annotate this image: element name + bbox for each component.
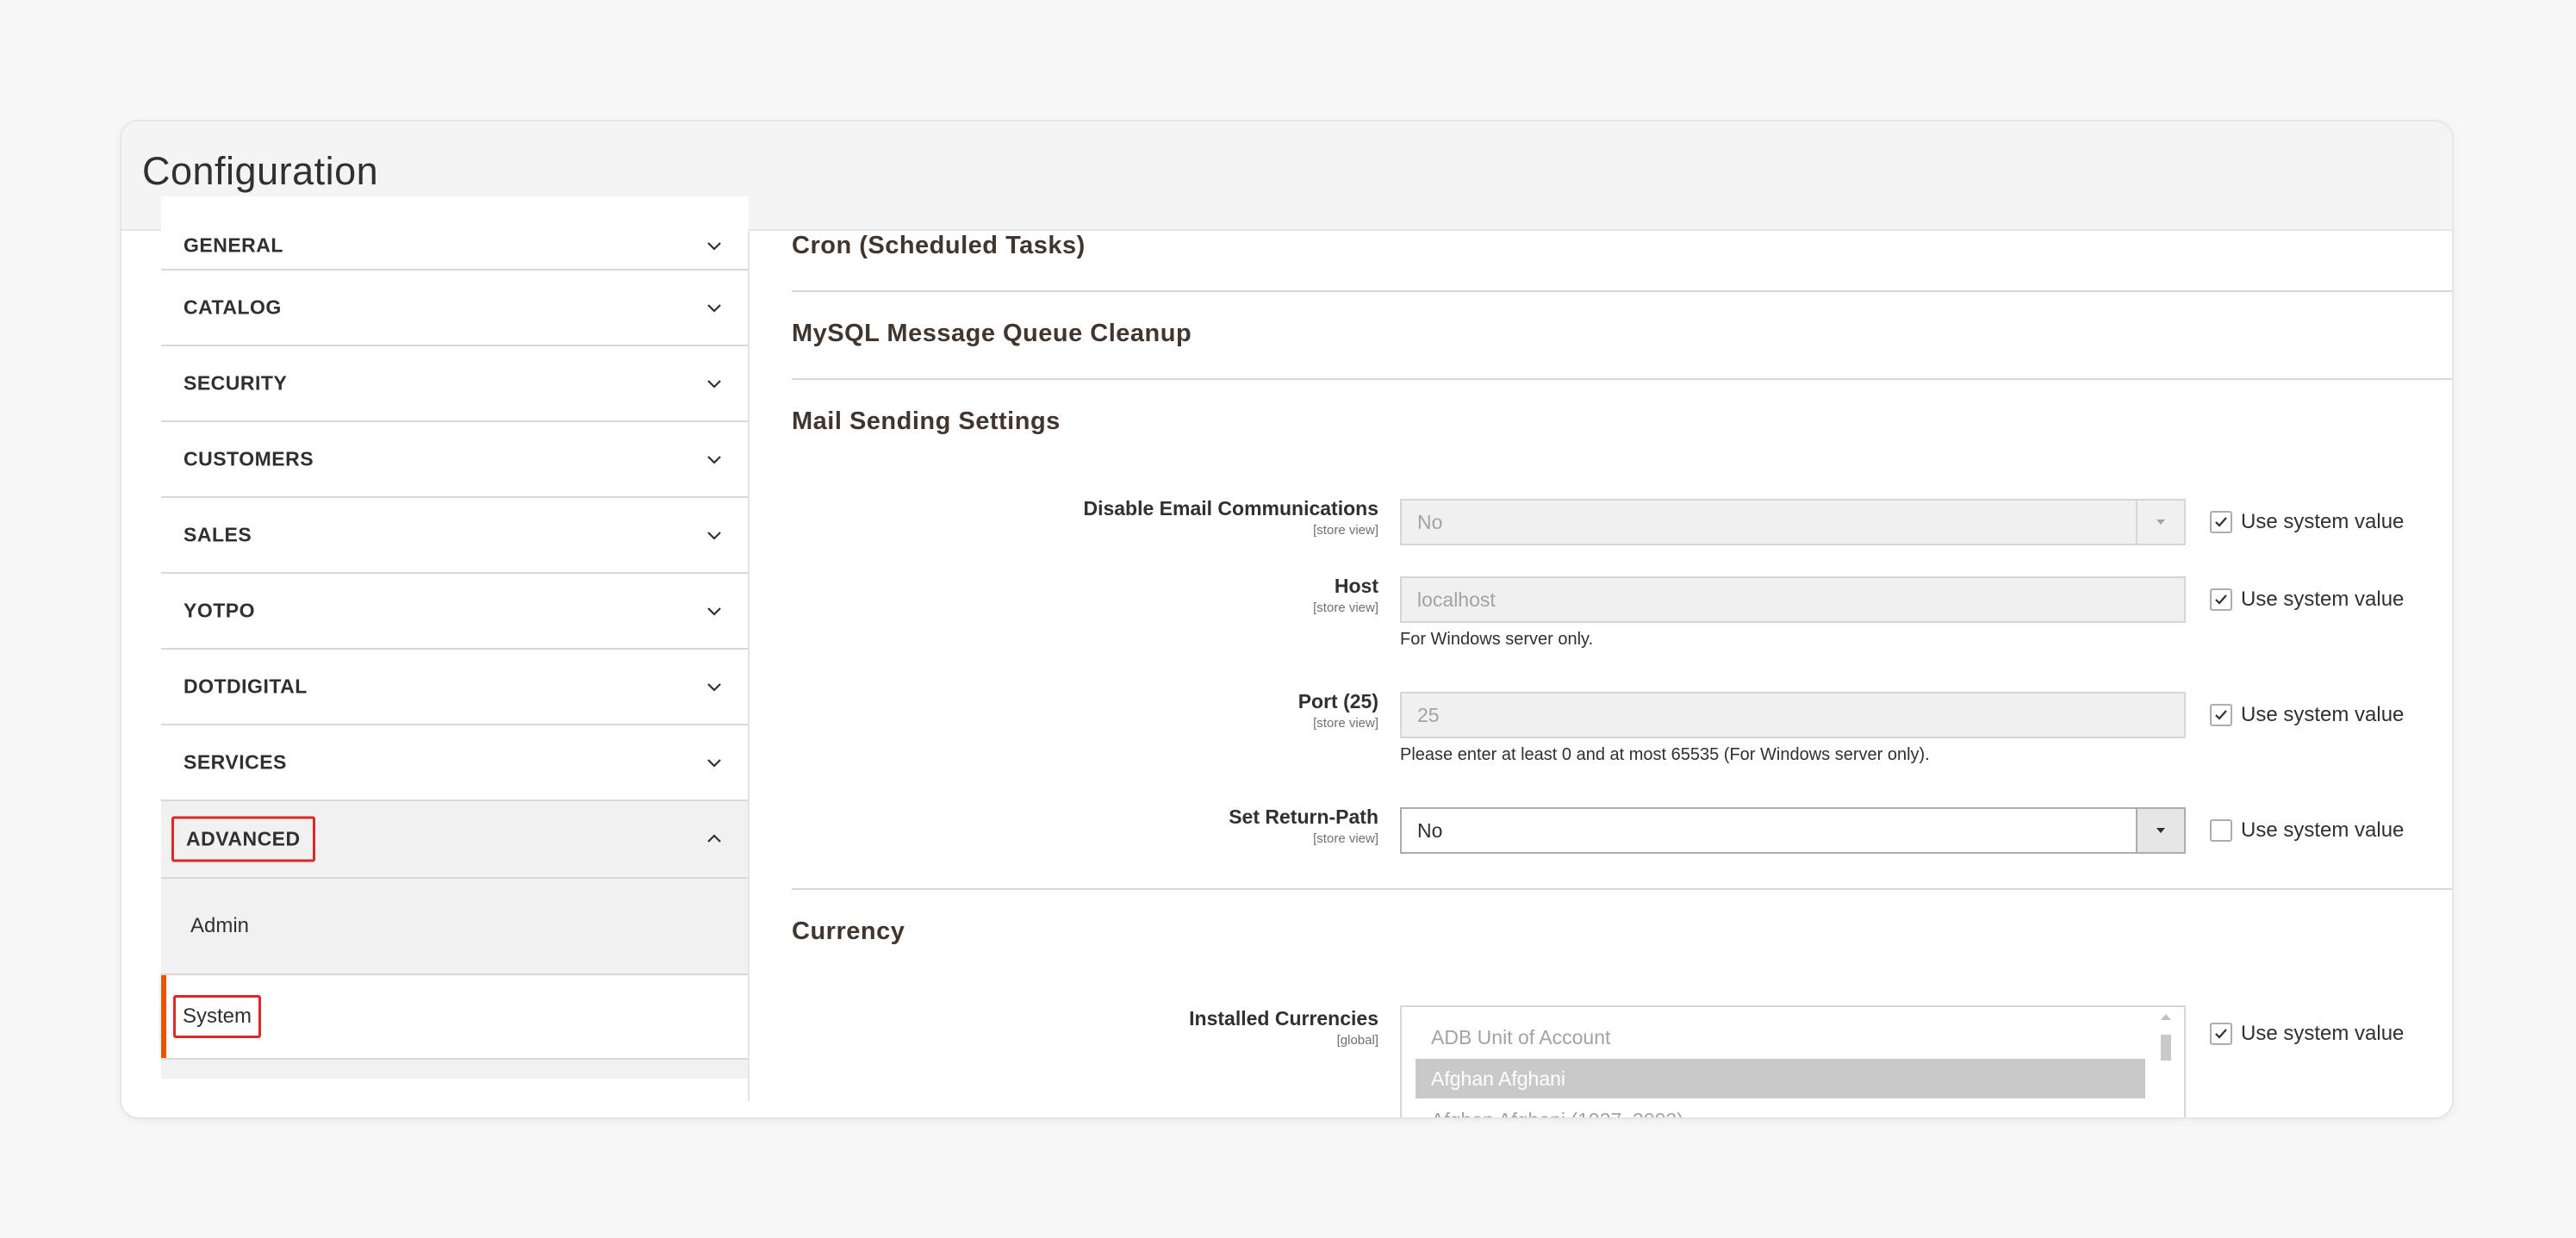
- currency-option[interactable]: Afghan Afghani (1927–2002): [1416, 1100, 2145, 1118]
- chevron-down-icon: [707, 304, 721, 313]
- section-mysql-queue-cleanup[interactable]: MySQL Message Queue Cleanup: [792, 320, 1192, 348]
- use-system-value-label: Use system value: [2241, 818, 2405, 842]
- installed-currencies-label: Installed Currencies: [1189, 1007, 1378, 1030]
- sidebar-item-dotdigital[interactable]: DOTDIGITAL: [161, 650, 749, 725]
- sidebar-item-services[interactable]: SERVICES: [161, 725, 749, 801]
- port-label: Port (25): [1297, 690, 1378, 712]
- host-use-system-value[interactable]: Use system value: [2210, 587, 2404, 613]
- sidebar-item-yotpo[interactable]: YOTPO: [161, 574, 749, 650]
- chevron-down-icon: [707, 242, 721, 251]
- scope-label: [store view]: [1313, 600, 1378, 615]
- sidebar-subitem-system[interactable]: System: [161, 975, 749, 1058]
- sidebar-item-label: YOTPO: [184, 599, 256, 622]
- installed-currencies-use-system-value[interactable]: Use system value: [2210, 1021, 2404, 1047]
- configuration-panel: Configuration GENERAL CATALOG SECURITY C…: [120, 120, 2454, 1119]
- section-currency[interactable]: Currency: [792, 918, 905, 946]
- chevron-down-icon: [707, 532, 721, 540]
- return-path-label: Set Return-Path: [1229, 806, 1378, 828]
- disable-email-select[interactable]: No: [1400, 499, 2186, 545]
- input-value: 25: [1417, 703, 1440, 726]
- host-note: For Windows server only.: [1400, 630, 1594, 649]
- scope-label: [store view]: [1313, 716, 1378, 731]
- return-path-use-system-value[interactable]: Use system value: [2210, 818, 2404, 843]
- port-input[interactable]: 25: [1400, 692, 2186, 738]
- scrollbar[interactable]: [2156, 1012, 2175, 1117]
- page-title: Configuration: [142, 149, 379, 193]
- checkbox-checked-icon[interactable]: [2210, 704, 2232, 726]
- config-sidebar: GENERAL CATALOG SECURITY CUSTOMERS SALES…: [161, 196, 749, 1092]
- divider: [792, 888, 2452, 890]
- checkbox-unchecked-icon[interactable]: [2210, 819, 2232, 842]
- sidebar-subitem-next[interactable]: [161, 1058, 749, 1079]
- installed-currencies-multiselect[interactable]: ADB Unit of Account Afghan Afghani Afgha…: [1400, 1005, 2186, 1118]
- sidebar-subitem-label: Admin: [190, 914, 250, 937]
- checkbox-checked-icon[interactable]: [2210, 511, 2232, 533]
- port-note: Please enter at least 0 and at most 6553…: [1400, 745, 1930, 764]
- disable-email-label: Disable Email Communications: [1083, 497, 1378, 519]
- sidebar-item-catalog[interactable]: CATALOG: [161, 271, 749, 346]
- currency-option[interactable]: ADB Unit of Account: [1416, 1017, 2145, 1057]
- chevron-down-icon: [707, 759, 721, 768]
- dropdown-arrow-icon: [2136, 501, 2184, 544]
- sidebar-item-label: CATALOG: [184, 296, 282, 319]
- sidebar-item-label: SECURITY: [184, 371, 288, 395]
- select-value: No: [1417, 818, 1443, 842]
- port-use-system-value[interactable]: Use system value: [2210, 702, 2404, 728]
- use-system-value-label: Use system value: [2241, 588, 2405, 611]
- sidebar-item-advanced[interactable]: ADVANCED: [161, 801, 749, 879]
- section-cron[interactable]: Cron (Scheduled Tasks): [792, 232, 1086, 260]
- use-system-value-label: Use system value: [2241, 510, 2405, 533]
- sidebar-item-label: SERVICES: [184, 750, 287, 774]
- sidebar-item-label: SALES: [184, 523, 252, 546]
- scope-label: [store view]: [1313, 523, 1378, 538]
- sidebar-item-security[interactable]: SECURITY: [161, 346, 749, 422]
- sidebar-item-customers[interactable]: CUSTOMERS: [161, 422, 749, 498]
- use-system-value-label: Use system value: [2241, 703, 2405, 726]
- select-value: No: [1417, 510, 1443, 533]
- input-value: localhost: [1417, 588, 1496, 611]
- use-system-value-label: Use system value: [2241, 1022, 2405, 1045]
- chevron-down-icon: [707, 683, 721, 692]
- currency-option[interactable]: Afghan Afghani: [1416, 1059, 2145, 1098]
- sidebar-item-label: ADVANCED: [171, 816, 315, 862]
- chevron-down-icon: [707, 456, 721, 464]
- sidebar-subitem-label: System: [173, 995, 262, 1038]
- sidebar-subitem-admin[interactable]: Admin: [161, 879, 749, 975]
- sidebar-item-sales[interactable]: SALES: [161, 498, 749, 574]
- section-mail-sending-settings[interactable]: Mail Sending Settings: [792, 407, 1061, 436]
- sidebar-item-label: DOTDIGITAL: [184, 675, 308, 698]
- sidebar-item-label: GENERAL: [184, 233, 283, 257]
- divider: [792, 290, 2452, 292]
- disable-email-use-system-value[interactable]: Use system value: [2210, 509, 2404, 535]
- return-path-select[interactable]: No: [1400, 807, 2186, 854]
- host-input[interactable]: localhost: [1400, 576, 2186, 623]
- host-label: Host: [1334, 575, 1378, 597]
- chevron-down-icon: [707, 380, 721, 389]
- chevron-up-icon: [707, 834, 721, 843]
- checkbox-checked-icon[interactable]: [2210, 1023, 2232, 1045]
- scope-label: [global]: [1336, 1033, 1378, 1048]
- checkbox-checked-icon[interactable]: [2210, 588, 2232, 611]
- dropdown-arrow-icon: [2136, 809, 2184, 852]
- sidebar-item-general[interactable]: GENERAL: [161, 196, 749, 271]
- scope-label: [store view]: [1313, 831, 1378, 846]
- divider: [792, 378, 2452, 380]
- sidebar-item-label: CUSTOMERS: [184, 447, 314, 470]
- chevron-down-icon: [707, 607, 721, 616]
- sidebar-divider: [748, 231, 750, 1101]
